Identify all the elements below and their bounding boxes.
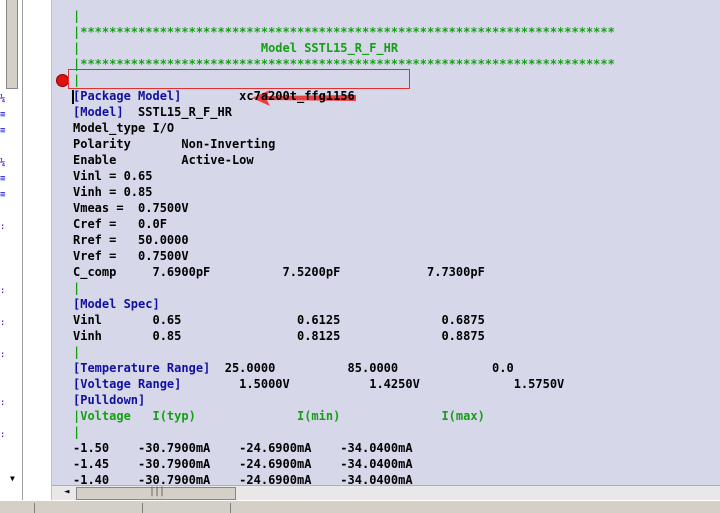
comment-text: |***************************************… [73,57,615,71]
line-text: Polarity Non-Inverting [73,137,276,151]
code-line[interactable]: | [73,424,80,440]
code-line[interactable]: | Model SSTL15_R_F_HR [73,40,398,56]
code-line[interactable]: Vinl 0.65 0.6125 0.6875 [73,312,485,328]
line-value: SSTL15_R_F_HR [123,105,232,119]
keyword-token: [Model] [73,105,124,119]
comment-text: | [73,281,81,295]
status-bar [0,500,720,513]
gutter-marker: : [0,222,6,232]
gutter-marker: : [0,318,6,328]
horizontal-scrollbar-thumb[interactable]: ||| [76,486,236,500]
code-line[interactable]: Enable Active-Low [73,152,254,168]
code-line[interactable]: |***************************************… [73,24,615,40]
comment-text: |Voltage I(typ) I(min) I(max) [73,409,485,423]
code-line[interactable]: Model_type I/O [73,120,174,136]
gutter-marker: : [0,350,6,360]
gutter-marker: : [0,286,6,296]
line-text: C_comp 7.6900pF 7.5200pF 7.7300pF [73,265,485,279]
scroll-down-arrow-icon[interactable]: ▼ [10,474,15,483]
line-text: -1.50 -30.7900mA -24.6900mA -34.0400mA [73,441,413,455]
scrollbar-grip: ||| [149,486,165,497]
line-text: Vmeas = 0.7500V [73,201,189,215]
comment-text: |***************************************… [73,25,615,39]
line-text: Rref = 50.0000 [73,233,189,247]
code-line[interactable]: -1.40 -30.7900mA -24.6900mA -34.0400mA [73,472,413,485]
line-text: -1.40 -30.7900mA -24.6900mA -34.0400mA [73,473,413,485]
comment-text: | [73,73,81,87]
line-text: Model_type I/O [73,121,175,135]
code-line[interactable]: [Package Model] xc7a200t_ffg1156 [73,88,355,104]
code-line[interactable]: | [73,8,80,24]
code-line[interactable]: -1.50 -30.7900mA -24.6900mA -34.0400mA [73,440,413,456]
gutter-marker: ≡ [0,174,6,184]
line-text: Enable Active-Low [73,153,254,167]
line-text: Vinl 0.65 0.6125 0.6875 [73,313,485,327]
code-line[interactable]: |***************************************… [73,56,615,72]
comment-text: | [73,9,81,23]
line-text: -1.45 -30.7900mA -24.6900mA -34.0400mA [73,457,413,471]
gutter-marker: : [0,430,6,440]
comment-text: | [73,345,81,359]
selection-highlight [68,69,410,89]
line-text: Vref = 0.7500V [73,249,189,263]
line-value: 1.5000V 1.4250V 1.5750V [181,377,565,391]
code-line[interactable]: Polarity Non-Inverting [73,136,275,152]
gutter-marker: ¼ [0,94,6,104]
code-line[interactable]: |Voltage I(typ) I(min) I(max) [73,408,485,424]
scrollbar-thumb[interactable] [6,0,18,89]
code-line[interactable]: [Model Spec] [73,296,160,312]
scroll-left-arrow-icon[interactable]: ◄ [64,487,69,497]
code-line[interactable]: Cref = 0.0F [73,216,167,232]
comment-text: | [73,425,81,439]
code-line[interactable]: Vinh = 0.85 [73,184,152,200]
code-line[interactable]: -1.45 -30.7900mA -24.6900mA -34.0400mA [73,456,413,472]
keyword-token: [Temperature Range] [73,361,211,375]
code-line[interactable]: | [73,344,80,360]
code-line[interactable]: | [73,280,80,296]
line-text: Vinh = 0.85 [73,185,153,199]
code-line[interactable]: [Model] SSTL15_R_F_HR [73,104,232,120]
line-text: Vinl = 0.65 [73,169,153,183]
keyword-token: [Package Model] [73,89,182,103]
gutter-marker: ≡ [0,190,6,200]
code-line[interactable]: [Pulldown] [73,392,145,408]
code-line[interactable]: C_comp 7.6900pF 7.5200pF 7.7300pF [73,264,485,280]
horizontal-scrollbar[interactable]: ◄ ||| [52,485,720,501]
line-gutter [23,0,52,500]
gutter-marker: ≡ [0,126,6,136]
code-editor[interactable]: | |**************************************… [52,0,720,485]
keyword-token: [Pulldown] [73,393,146,407]
keyword-token: [Model Spec] [73,297,160,311]
gutter-marker: ¼ [0,158,6,168]
code-line[interactable]: Rref = 50.0000 [73,232,189,248]
gutter-marker: : [0,398,6,408]
code-line[interactable]: Vmeas = 0.7500V [73,200,189,216]
line-text: Vinh 0.85 0.8125 0.8875 [73,329,485,343]
line-value: xc7a200t_ffg1156 [181,89,355,103]
line-text: Cref = 0.0F [73,217,167,231]
code-line[interactable]: Vinl = 0.65 [73,168,152,184]
code-line[interactable]: [Temperature Range] 25.0000 85.0000 0.0 [73,360,514,376]
gutter-marker: ≡ [0,110,6,120]
code-line[interactable]: Vref = 0.7500V [73,248,189,264]
comment-text: | Model SSTL15_R_F_HR [73,41,399,55]
keyword-token: [Voltage Range] [73,377,182,391]
code-line[interactable]: [Voltage Range] 1.5000V 1.4250V 1.5750V [73,376,564,392]
vertical-scrollbar[interactable]: ¼ ≡ ≡ ¼ ≡ ≡ : : : : : : ▼ [0,0,23,500]
line-value: 25.0000 85.0000 0.0 [210,361,514,375]
code-line[interactable]: | [73,72,80,88]
code-line[interactable]: Vinh 0.85 0.8125 0.8875 [73,328,485,344]
